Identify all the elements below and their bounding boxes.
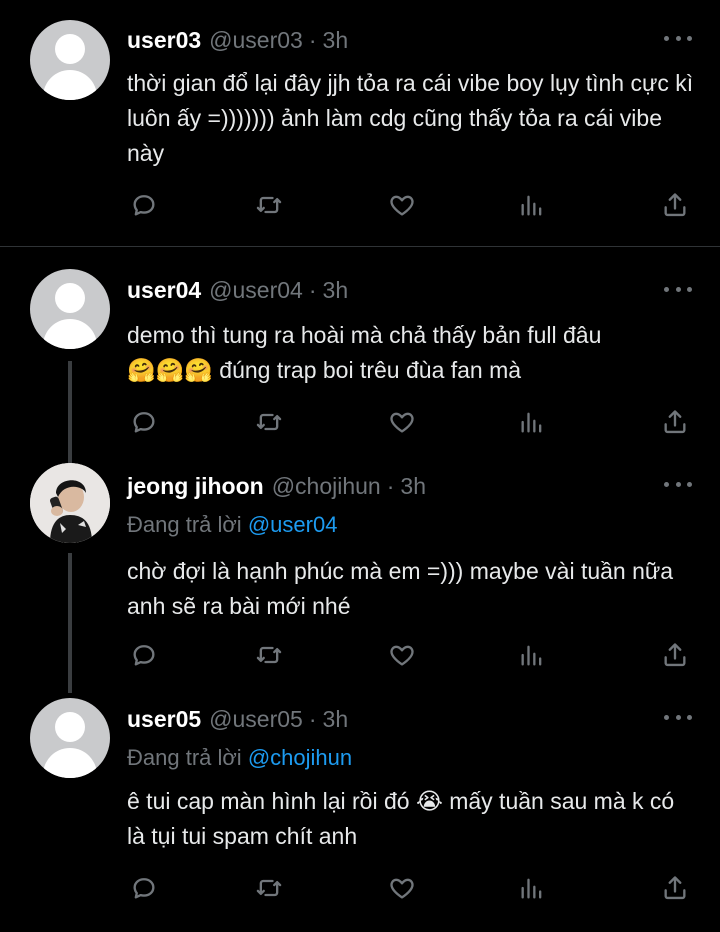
user-handle[interactable]: @user03 <box>209 27 303 54</box>
tweet-header: user05 @user05 · 3h <box>127 703 348 735</box>
share-icon[interactable] <box>655 185 695 225</box>
like-icon[interactable] <box>382 635 422 675</box>
user-handle[interactable]: @user05 <box>209 706 303 733</box>
avatar[interactable] <box>30 698 110 778</box>
retweet-icon[interactable] <box>249 402 289 442</box>
tweet-header: jeong jihoon @chojihun · 3h <box>127 470 426 502</box>
display-name[interactable]: jeong jihoon <box>127 473 264 500</box>
reply-mention-link[interactable]: @user04 <box>248 512 338 537</box>
tweet[interactable]: user05 @user05 · 3h Đang trả lời @chojih… <box>0 693 720 932</box>
reply-icon[interactable] <box>124 185 164 225</box>
timestamp[interactable]: 3h <box>323 706 349 733</box>
views-icon[interactable] <box>512 402 552 442</box>
action-bar <box>0 185 720 225</box>
tweet-text-line: demo thì tung ra hoài mà chả thấy bản fu… <box>127 322 602 348</box>
separator-dot: · <box>308 276 317 303</box>
more-icon[interactable] <box>664 474 692 494</box>
retweet-icon[interactable] <box>249 868 289 908</box>
replying-to: Đang trả lời @chojihun <box>127 745 352 771</box>
like-icon[interactable] <box>382 185 422 225</box>
tweet-header: user03 @user03 · 3h <box>127 24 348 56</box>
retweet-icon[interactable] <box>249 635 289 675</box>
avatar-body-shape <box>43 319 97 349</box>
separator-dot: · <box>386 472 395 499</box>
avatar[interactable] <box>30 20 110 100</box>
replying-to-label: Đang trả lời <box>127 745 242 770</box>
tweet-text: chờ đợi là hạnh phúc mà em =))) maybe và… <box>127 558 674 619</box>
tweet-text: ê tui cap màn hình lại rồi đó 😭 mấy tuần… <box>127 788 675 849</box>
action-bar <box>0 635 720 675</box>
views-icon[interactable] <box>512 635 552 675</box>
more-icon[interactable] <box>664 279 692 299</box>
timestamp[interactable]: 3h <box>323 277 349 304</box>
tweet-text: demo thì tung ra hoài mà chả thấy bản fu… <box>127 318 697 388</box>
display-name[interactable]: user04 <box>127 277 201 304</box>
profile-photo <box>30 463 110 543</box>
replying-to-label: Đang trả lời <box>127 512 242 537</box>
action-bar <box>0 402 720 442</box>
display-name[interactable]: user03 <box>127 27 201 54</box>
reply-mention-link[interactable]: @chojihun <box>248 745 352 770</box>
separator-dot: · <box>308 26 317 53</box>
views-icon[interactable] <box>512 868 552 908</box>
share-icon[interactable] <box>655 402 695 442</box>
action-bar <box>0 868 720 908</box>
share-icon[interactable] <box>655 635 695 675</box>
like-icon[interactable] <box>382 402 422 442</box>
user-handle[interactable]: @user04 <box>209 277 303 304</box>
avatar-body-shape <box>43 70 97 100</box>
user-handle[interactable]: @chojihun <box>272 473 381 500</box>
tweet-text: thời gian đổ lại đây jjh tỏa ra cái vibe… <box>127 70 694 166</box>
more-icon[interactable] <box>664 28 692 48</box>
tweet-text-line: 🤗🤗🤗 đúng trap boi trêu đùa fan mà <box>127 357 522 383</box>
views-icon[interactable] <box>512 185 552 225</box>
more-icon[interactable] <box>664 707 692 727</box>
tweet-header: user04 @user04 · 3h <box>127 274 348 306</box>
retweet-icon[interactable] <box>249 185 289 225</box>
separator-dot: · <box>308 705 317 732</box>
reply-icon[interactable] <box>124 868 164 908</box>
avatar-head-shape <box>55 283 85 313</box>
reply-icon[interactable] <box>124 402 164 442</box>
tweet[interactable]: user03 @user03 · 3h thời gian đổ lại đây… <box>0 0 720 246</box>
share-icon[interactable] <box>655 868 695 908</box>
tweet[interactable]: user04 @user04 · 3h demo thì tung ra hoà… <box>0 247 720 467</box>
replying-to: Đang trả lời @user04 <box>127 512 337 538</box>
timestamp[interactable]: 3h <box>323 27 349 54</box>
avatar-body-shape <box>43 748 97 778</box>
like-icon[interactable] <box>382 868 422 908</box>
avatar-head-shape <box>55 712 85 742</box>
reply-icon[interactable] <box>124 635 164 675</box>
avatar-head-shape <box>55 34 85 64</box>
tweet[interactable]: jeong jihoon @chojihun · 3h Đang trả lời… <box>0 463 720 693</box>
avatar[interactable] <box>30 463 110 543</box>
avatar[interactable] <box>30 269 110 349</box>
display-name[interactable]: user05 <box>127 706 201 733</box>
timestamp[interactable]: 3h <box>400 473 426 500</box>
